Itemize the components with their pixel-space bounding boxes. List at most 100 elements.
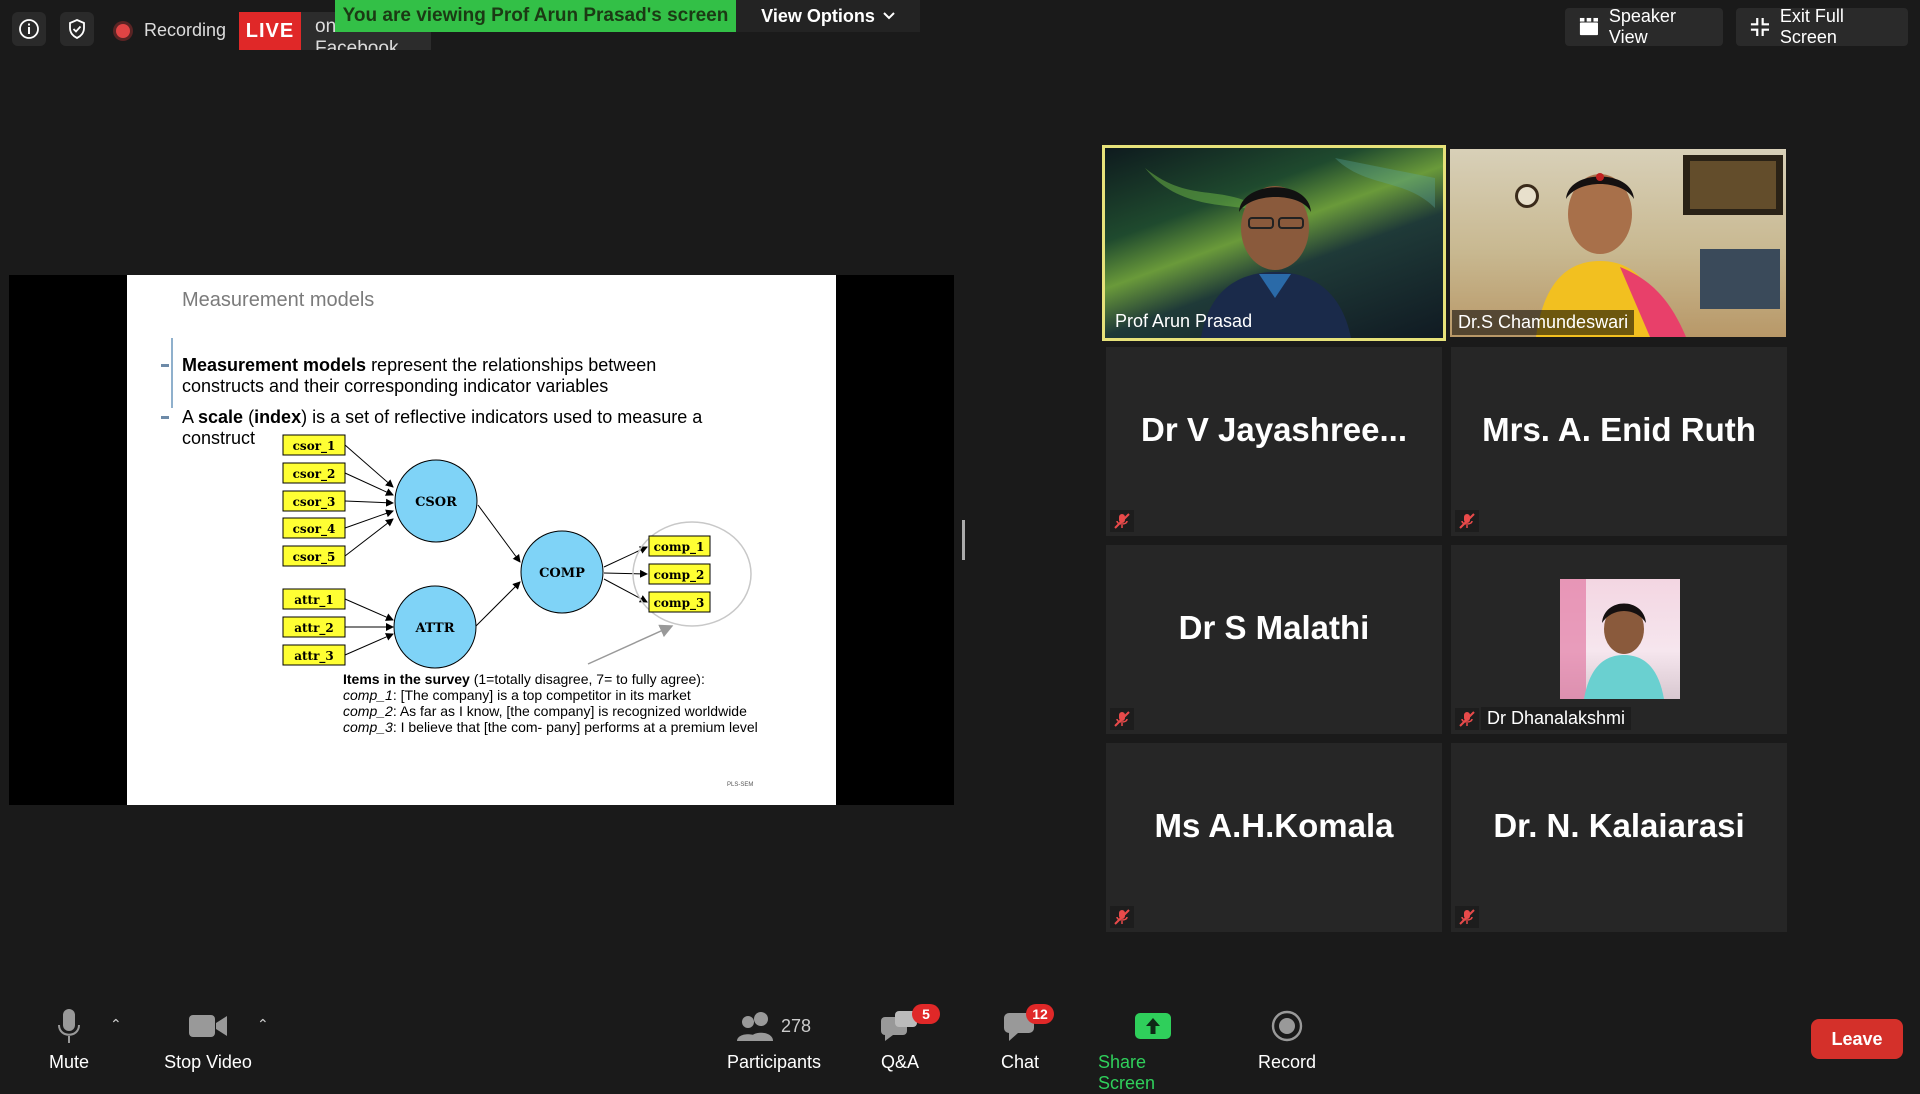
survey-heading: Items in the survey (1=totally disagree,… (343, 671, 833, 687)
participant-name-label: Prof Arun Prasad (1115, 311, 1253, 331)
csor-indicators: csor_1 csor_2 csor_3 csor_4 csor_5 (282, 434, 346, 567)
survey-item-key: comp_1 (343, 687, 393, 703)
video-options-chevron-up-icon[interactable]: ⌃ (257, 1016, 269, 1033)
indicator-label: csor_3 (293, 495, 336, 510)
participant-name: Dr. N. Kalaiarasi (1493, 807, 1745, 844)
comp-indicators: comp_1 comp_2 comp_3 (648, 535, 711, 613)
muted-mic-icon (1455, 708, 1479, 730)
audio-options-chevron-up-icon[interactable]: ⌃ (110, 1016, 122, 1033)
participant-name: Ms A.H.Komala (1154, 807, 1394, 844)
participants-count: 278 (780, 1015, 812, 1036)
participant-name: Dr S Malathi (1178, 609, 1370, 646)
indicator-label: csor_1 (293, 439, 336, 454)
participant-tile[interactable]: Mrs. A. Enid Ruth (1451, 347, 1787, 536)
slide: Measurement models Measurement models re… (127, 275, 836, 805)
meeting-info-button[interactable] (12, 12, 46, 46)
record-label: Record (1257, 1052, 1317, 1072)
security-button[interactable] (60, 12, 94, 46)
muted-mic-icon (1110, 708, 1134, 730)
participant-name-label: Dr Dhanalakshmi (1481, 707, 1632, 730)
participants-icon (736, 1012, 773, 1041)
participant-name-label: Dr.S Chamundeswari (1452, 310, 1635, 335)
participant-name: Mrs. A. Enid Ruth (1482, 411, 1756, 448)
shield-check-icon (69, 19, 85, 39)
indicator-label: comp_1 (654, 540, 705, 555)
participant-tile[interactable]: Dr S Malathi (1106, 545, 1442, 734)
video-tile-prof-arun-prasad[interactable]: Prof Arun Prasad (1102, 145, 1446, 341)
exit-full-screen-button[interactable]: Exit Full Screen (1736, 6, 1908, 47)
survey-item-text: : I believe that [the com- pany] perform… (392, 719, 758, 735)
annotation-arrow (587, 624, 674, 665)
share-screen-label: Share Screen (1098, 1052, 1156, 1093)
participant-video-illustration (1515, 155, 1783, 337)
survey-items: Items in the survey (1=totally disagree,… (343, 671, 833, 735)
participant-tile[interactable]: Dr Dhanalakshmi (1451, 545, 1787, 734)
indicator-label: csor_4 (293, 522, 336, 537)
video-camera-icon (188, 1006, 228, 1046)
indicator-label: comp_2 (654, 568, 705, 583)
indicator-label: attr_2 (294, 621, 334, 636)
exit-full-screen-label: Exit Full Screen (1779, 6, 1844, 47)
exit-full-screen-icon (1750, 17, 1770, 37)
video-tile-dr-s-chamundeswari[interactable]: Dr.S Chamundeswari (1450, 149, 1786, 337)
participants-button[interactable]: 278 Participants (722, 1006, 826, 1073)
survey-item-key: comp_2 (343, 703, 393, 719)
indicator-label: csor_2 (293, 467, 336, 482)
share-screen-button[interactable]: Share Screen (1098, 1006, 1208, 1094)
participant-name: Dr V Jayashree... (1141, 411, 1407, 448)
participants-label: Participants (726, 1052, 822, 1072)
muted-mic-icon (1455, 510, 1479, 532)
participant-tile[interactable]: Dr V Jayashree... (1106, 347, 1442, 536)
live-badge[interactable]: LIVE (239, 12, 301, 50)
muted-mic-icon (1110, 510, 1134, 532)
record-icon (1271, 1006, 1303, 1046)
info-icon (19, 19, 39, 39)
survey-item: comp_3: I believe that [the com- pany] p… (343, 719, 833, 735)
participant-profile-photo (1560, 579, 1680, 699)
view-options-label: View Options (761, 5, 875, 26)
muted-mic-icon (1110, 906, 1134, 928)
survey-heading-rest: (1=totally disagree, 7= to fully agree): (469, 671, 705, 687)
participant-tile[interactable]: Dr. N. Kalaiarasi (1451, 743, 1787, 932)
survey-item: comp_2: As far as I know, [the company] … (343, 703, 833, 719)
recording-label: Recording (144, 20, 227, 40)
participant-tile[interactable]: Ms A.H.Komala (1106, 743, 1442, 932)
attr-node-label: ATTR (414, 621, 454, 636)
indicator-label: comp_3 (654, 596, 705, 611)
indicator-label: attr_1 (294, 593, 334, 608)
share-screen-icon (1133, 1006, 1173, 1046)
survey-heading-bold: Items in the survey (343, 671, 470, 687)
panel-resize-handle[interactable] (962, 520, 965, 560)
chevron-down-icon (883, 12, 895, 20)
speaker-view-button[interactable]: Speaker View (1565, 6, 1723, 47)
csor-node-label: CSOR (415, 495, 457, 510)
slide-footer: PLS-SEM (727, 782, 754, 788)
attr-indicators: attr_1 attr_2 attr_3 (282, 588, 346, 666)
recording-dot-icon (116, 23, 130, 38)
qa-label: Q&A (880, 1052, 919, 1072)
mute-button[interactable]: Mute (38, 1006, 100, 1073)
comp-node-label: COMP (539, 566, 585, 581)
speaker-view-label: Speaker View (1608, 6, 1676, 47)
microphone-icon (57, 1006, 81, 1046)
record-button[interactable]: Record (1256, 1006, 1318, 1073)
indicator-label: attr_3 (294, 649, 334, 664)
stop-video-label: Stop Video (164, 1052, 252, 1072)
participants-icon-group: 278 (736, 1006, 812, 1046)
chat-badge: 12 (1026, 1004, 1054, 1024)
stop-video-button[interactable]: Stop Video (160, 1006, 256, 1073)
view-options-button[interactable]: View Options (736, 0, 920, 32)
mute-label: Mute (48, 1052, 90, 1072)
survey-item-text: : [The company] is a top competitor in i… (392, 687, 691, 703)
survey-item-key: comp_3 (343, 719, 393, 735)
qa-badge: 5 (912, 1004, 940, 1024)
chat-label: Chat (1000, 1052, 1040, 1072)
indicator-label: csor_5 (293, 550, 336, 565)
survey-item: comp_1: [The company] is a top competito… (343, 687, 833, 703)
survey-item-text: : As far as I know, [the company] is rec… (392, 703, 747, 719)
leave-button[interactable]: Leave (1811, 1019, 1903, 1059)
profile-photo-illustration (1560, 579, 1664, 699)
muted-mic-icon (1455, 906, 1479, 928)
recording-indicator[interactable]: Recording (116, 20, 226, 41)
grid-view-icon (1579, 17, 1598, 36)
